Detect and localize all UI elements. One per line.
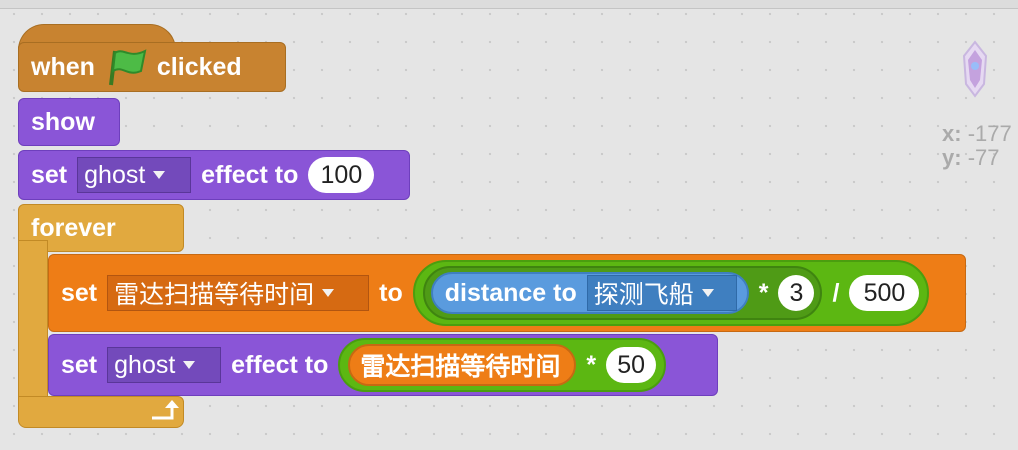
variable-reporter-label: 雷达扫描等待时间 [360,353,561,381]
clicked-label: clicked [156,52,242,81]
sprite-dropdown-value: 探测飞船 [593,281,694,309]
set-effect-block[interactable]: set ghost effect to 雷达扫描等待时间 * 50 [48,334,718,396]
x-coordinate: x: -177 [942,122,1012,146]
when-label: when [31,52,95,81]
caret-down-icon [701,289,714,297]
forever-block-arm [18,240,48,418]
effect-dropdown-value: ghost [114,350,176,379]
y-label: y: [942,145,962,170]
sprite-thumbnail [958,40,992,100]
show-label: show [31,107,95,136]
x-label: x: [942,121,962,146]
effect-to-label: effect to [201,160,299,189]
multiply-value-input[interactable]: 3 [778,275,815,311]
effect-value-input[interactable]: 100 [308,157,375,193]
multiply-operator-block[interactable]: 雷达扫描等待时间 * 50 [338,338,667,392]
caret-down-icon [153,171,166,179]
sprite-coordinates: x: -177 y: -77 [942,122,1012,170]
variable-dropdown[interactable]: 雷达扫描等待时间 [107,275,370,311]
forever-label: forever [31,213,116,242]
to-label: to [379,278,403,307]
distance-to-label: distance to [444,278,577,307]
set-effect-block[interactable]: set ghost effect to 100 [18,150,410,200]
caret-down-icon [183,361,196,369]
variable-reporter[interactable]: 雷达扫描等待时间 [348,344,577,386]
green-flag-icon [105,47,147,87]
set-variable-block[interactable]: set 雷达扫描等待时间 to distance to 探测飞船 * 3 / 5… [48,254,966,332]
set-label: set [61,350,98,379]
divide-operator-block[interactable]: distance to 探测飞船 * 3 / 500 [412,260,930,326]
set-label: set [61,278,98,307]
divide-value-input[interactable]: 500 [849,275,920,311]
distance-to-block[interactable]: distance to 探测飞船 [430,272,749,314]
script-canvas[interactable]: when clicked show set ghost effect to 10… [0,0,1018,450]
effect-dropdown-value: ghost [84,160,146,189]
divide-symbol: / [832,278,840,307]
caret-down-icon [322,289,335,297]
when-flag-clicked-block[interactable]: when clicked [18,42,286,92]
set-label: set [31,160,68,189]
variable-dropdown-value: 雷达扫描等待时间 [114,281,315,309]
multiply-value-input[interactable]: 50 [606,347,657,383]
sprite-dropdown[interactable]: 探测飞船 [586,275,737,311]
effect-dropdown[interactable]: ghost [107,347,222,383]
multiply-operator-block[interactable]: distance to 探测飞船 * 3 [422,266,823,320]
loop-arrow-icon [148,398,180,429]
show-block[interactable]: show [18,98,120,146]
y-coordinate: y: -77 [942,146,1012,170]
y-value: -77 [967,145,1000,170]
multiply-symbol: * [586,350,597,379]
effect-to-label: effect to [231,350,329,379]
x-value: -177 [967,121,1012,146]
multiply-symbol: * [758,278,769,307]
effect-dropdown[interactable]: ghost [77,157,192,193]
